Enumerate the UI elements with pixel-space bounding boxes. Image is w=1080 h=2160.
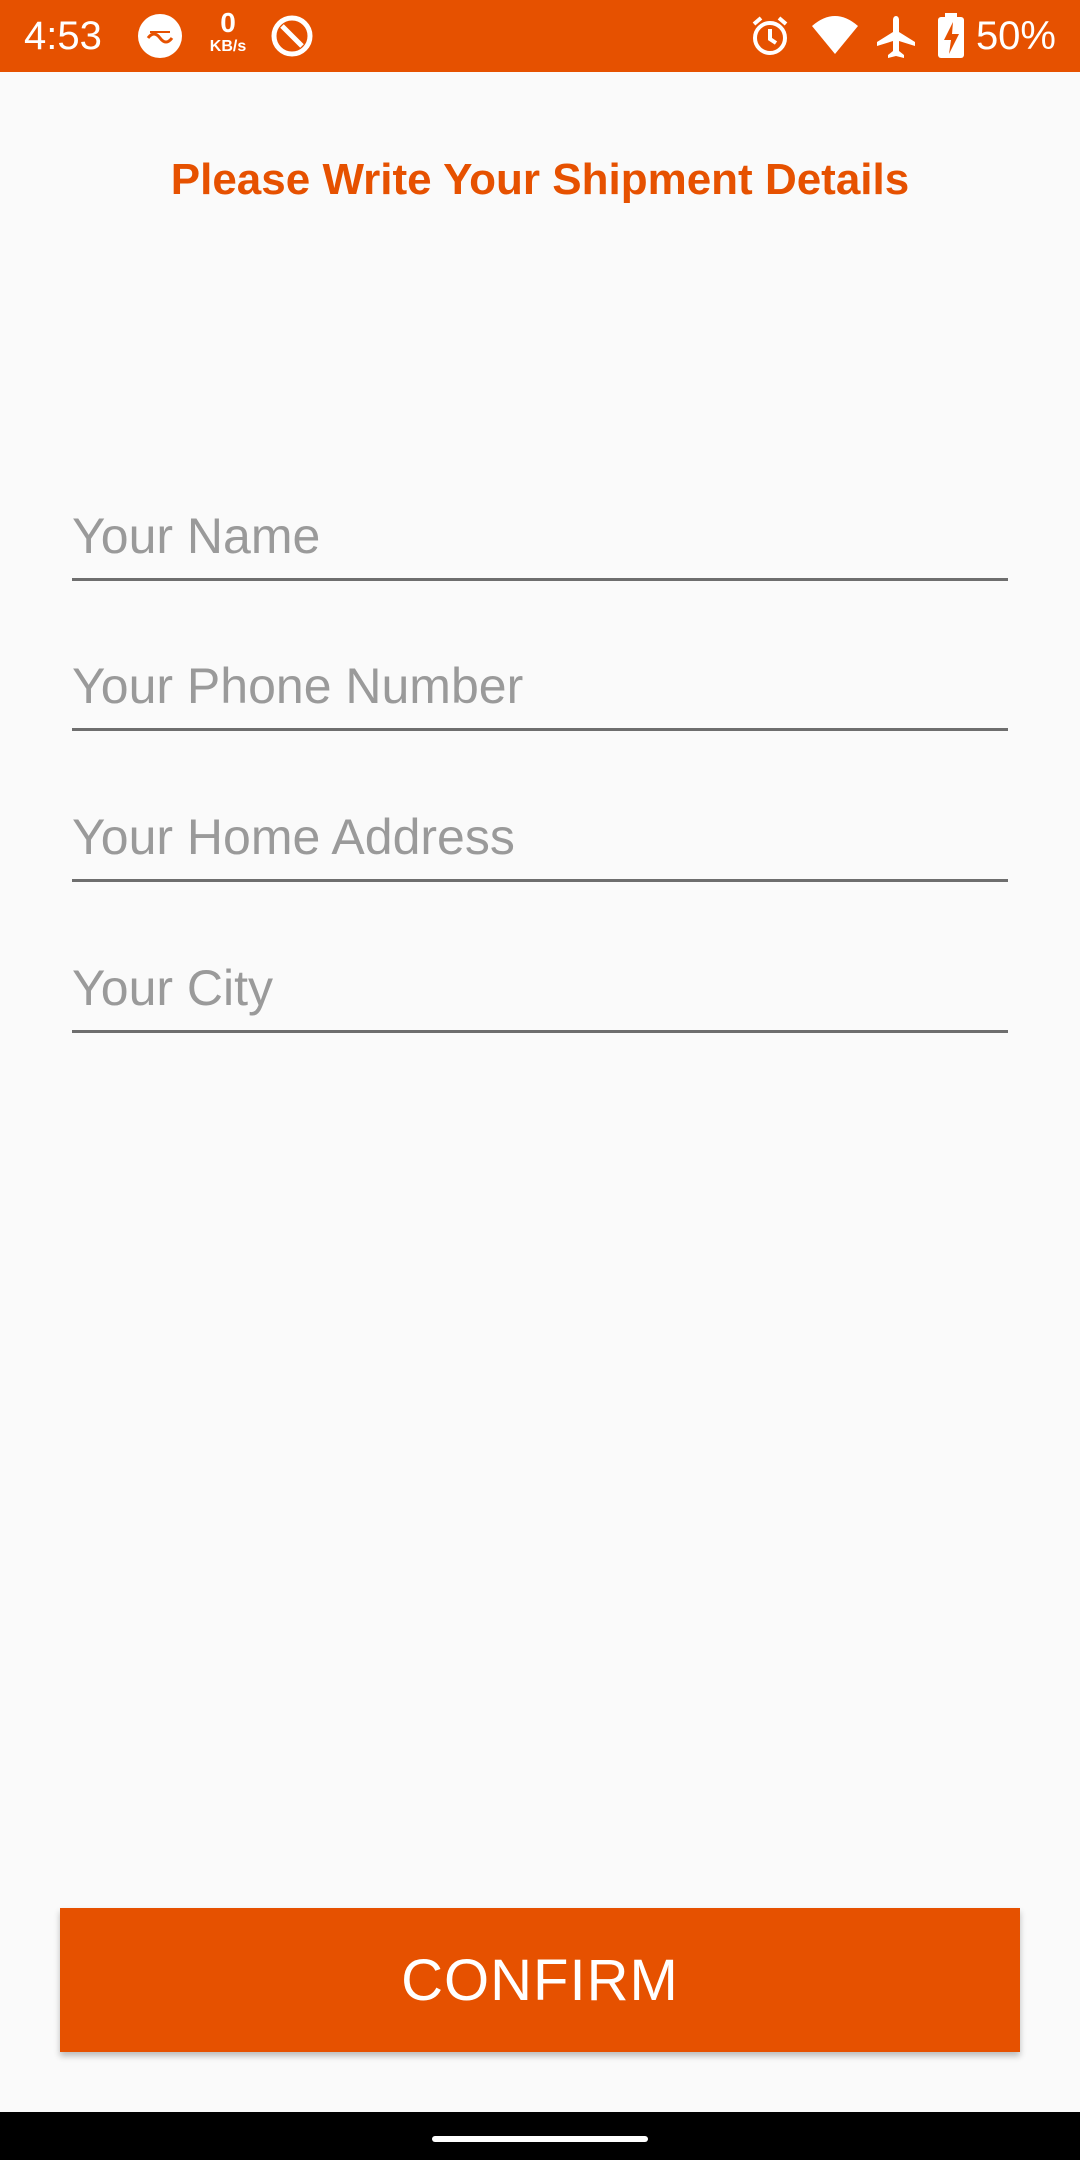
city-field xyxy=(72,950,1008,1033)
app-badge-icon xyxy=(136,12,184,65)
address-field xyxy=(72,799,1008,882)
confirm-button[interactable]: CONFIRM xyxy=(60,1908,1020,2052)
name-field xyxy=(72,498,1008,581)
page-title: Please Write Your Shipment Details xyxy=(170,155,910,204)
status-time: 4:53 xyxy=(24,14,102,58)
phone-input[interactable] xyxy=(72,648,1008,724)
battery-percent: 50% xyxy=(975,14,1056,58)
home-gesture-handle[interactable] xyxy=(432,2136,648,2142)
net-speed-value: 0 xyxy=(220,7,236,38)
wifi-icon xyxy=(810,14,860,63)
alarm-icon xyxy=(748,14,792,63)
net-speed-unit: KB/s xyxy=(209,38,247,55)
net-speed-indicator: 0 KB/s xyxy=(200,8,256,56)
name-input[interactable] xyxy=(72,498,1008,574)
status-bar: 4:53 0 KB/s 50% xyxy=(0,0,1080,72)
airplane-icon xyxy=(872,12,920,65)
battery-charging-icon xyxy=(936,12,966,65)
vpn-key-icon xyxy=(268,12,316,65)
address-input[interactable] xyxy=(72,799,1008,875)
phone-field xyxy=(72,648,1008,731)
city-input[interactable] xyxy=(72,950,1008,1026)
